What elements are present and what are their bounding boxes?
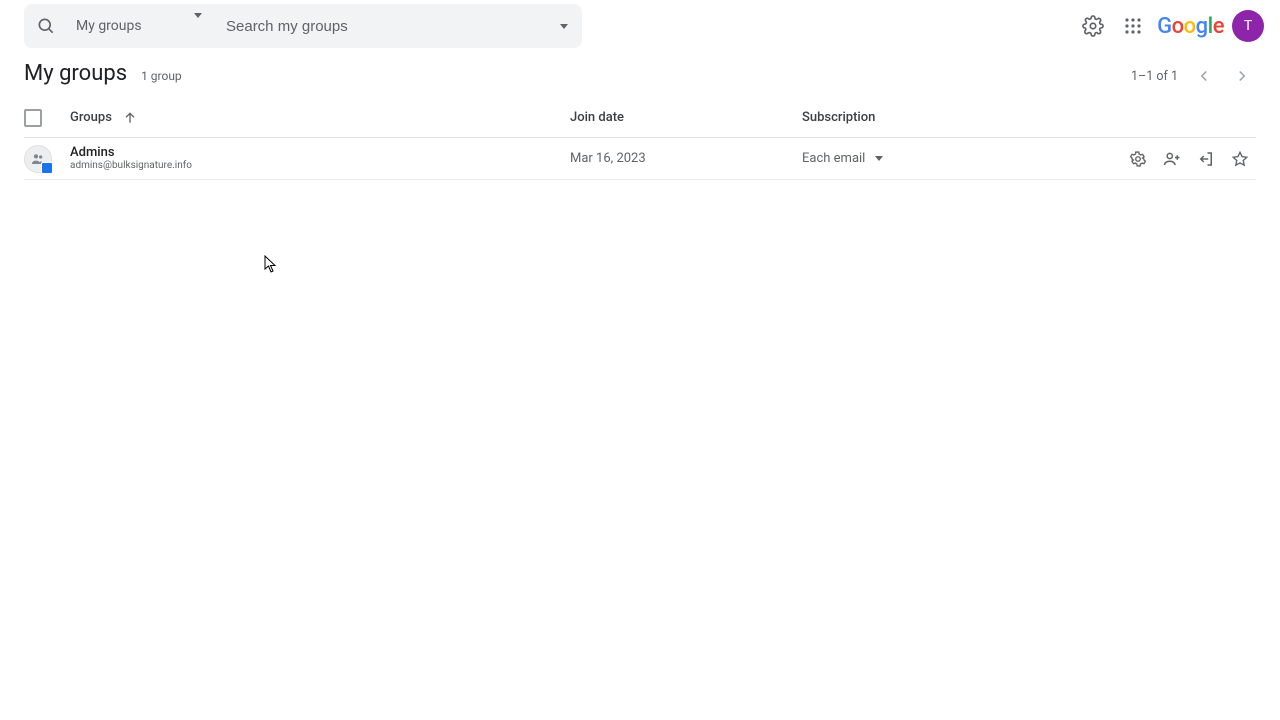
leave-group-button[interactable] (1190, 143, 1222, 175)
group-count: 1 group (141, 69, 182, 83)
pagination-text: 1–1 of 1 (1131, 69, 1178, 84)
search-container: My groups (24, 4, 582, 48)
pagination: 1–1 of 1 (1131, 58, 1260, 94)
table-header: Groups Join date Subscription (24, 98, 1256, 138)
table-row[interactable]: Admins admins@bulksignature.info Mar 16,… (24, 138, 1256, 180)
search-scope-label: My groups (76, 18, 142, 34)
top-bar: My groups Google T (0, 0, 1280, 52)
row-actions (1062, 143, 1256, 175)
join-date-cell: Mar 16, 2023 (570, 151, 802, 166)
dropdown-icon (875, 156, 883, 161)
mouse-cursor (264, 255, 278, 273)
search-scope-dropdown[interactable]: My groups (68, 4, 218, 48)
chevron-right-icon (1233, 67, 1251, 85)
dropdown-icon (194, 18, 210, 34)
exit-icon (1197, 150, 1215, 168)
gear-icon (1129, 150, 1147, 168)
title-row: My groups 1 group 1–1 of 1 (0, 52, 1280, 98)
column-subscription[interactable]: Subscription (802, 110, 1062, 125)
star-button[interactable] (1224, 143, 1256, 175)
groups-table: Groups Join date Subscription Admins adm… (0, 98, 1280, 180)
apps-grid-icon (1124, 17, 1142, 35)
subscription-value: Each email (802, 151, 865, 166)
subscription-dropdown[interactable]: Each email (802, 151, 1062, 166)
person-add-icon (1163, 150, 1181, 168)
group-email: admins@bulksignature.info (70, 160, 192, 172)
gear-icon (1082, 15, 1104, 37)
sort-asc-icon[interactable] (122, 110, 138, 126)
select-all-checkbox[interactable] (24, 109, 42, 127)
column-groups[interactable]: Groups (70, 110, 112, 125)
prev-page-button[interactable] (1186, 58, 1222, 94)
group-avatar (24, 145, 52, 173)
account-avatar[interactable]: T (1232, 10, 1264, 42)
next-page-button[interactable] (1224, 58, 1260, 94)
search-icon[interactable] (24, 16, 68, 36)
chevron-left-icon (1195, 67, 1213, 85)
page-title: My groups (24, 61, 127, 86)
column-join-date[interactable]: Join date (570, 110, 802, 125)
group-name: Admins (70, 145, 192, 160)
settings-button[interactable] (1073, 6, 1113, 46)
search-input[interactable] (218, 18, 546, 35)
people-icon (30, 151, 46, 167)
apps-button[interactable] (1113, 6, 1153, 46)
group-settings-button[interactable] (1122, 143, 1154, 175)
star-icon (1231, 150, 1249, 168)
add-member-button[interactable] (1156, 143, 1188, 175)
google-logo: Google (1157, 14, 1224, 39)
advanced-search-dropdown[interactable] (546, 24, 582, 29)
